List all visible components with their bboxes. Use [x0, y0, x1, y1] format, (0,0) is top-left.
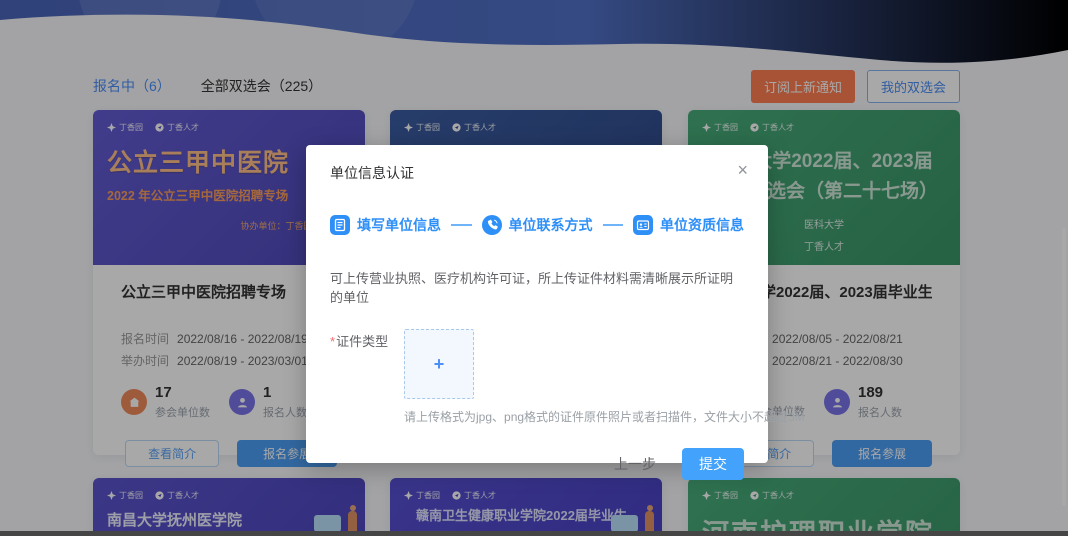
form-icon	[330, 215, 350, 235]
close-icon[interactable]: ×	[737, 161, 748, 179]
id-card-icon	[633, 215, 653, 235]
step-unit-contact: 单位联系方式	[482, 215, 593, 235]
upload-format-hint: 请上传格式为jpg、png格式的证件原件照片或者扫描件，文件大小不超过3M	[404, 408, 744, 425]
plus-icon: +	[434, 354, 445, 375]
phone-icon	[482, 215, 502, 235]
modal-footer: 上一步 提交	[330, 448, 744, 480]
submit-button[interactable]: 提交	[682, 448, 744, 480]
upload-box[interactable]: +	[404, 329, 474, 399]
certificate-type-label: *证件类型	[330, 331, 392, 399]
step-connector	[603, 224, 624, 226]
previous-step-button[interactable]: 上一步	[614, 454, 656, 474]
step-connector	[451, 224, 472, 226]
field-label-text: 证件类型	[336, 334, 388, 349]
unit-certification-modal: 单位信息认证 × 填写单位信息 单位联系方式 单位资质信息	[306, 145, 768, 463]
step-fill-unit-info: 填写单位信息	[330, 215, 441, 235]
certification-steps: 填写单位信息 单位联系方式 单位资质信息	[330, 215, 744, 235]
step-unit-qualification: 单位资质信息	[633, 215, 744, 235]
step-label: 单位资质信息	[660, 215, 744, 235]
upload-instructions: 可上传营业执照、医疗机构许可证，所上传证件材料需清晰展示所证明的单位	[330, 268, 744, 306]
step-label: 单位联系方式	[509, 215, 593, 235]
certificate-type-field: *证件类型 +	[330, 329, 744, 399]
required-mark: *	[330, 334, 335, 349]
modal-title: 单位信息认证	[330, 145, 744, 183]
step-label: 填写单位信息	[357, 215, 441, 235]
job-fair-page: 报名中（6） 全部双选会（225） 订阅上新通知 我的双选会 丁香园 丁香人才 …	[0, 0, 1068, 536]
